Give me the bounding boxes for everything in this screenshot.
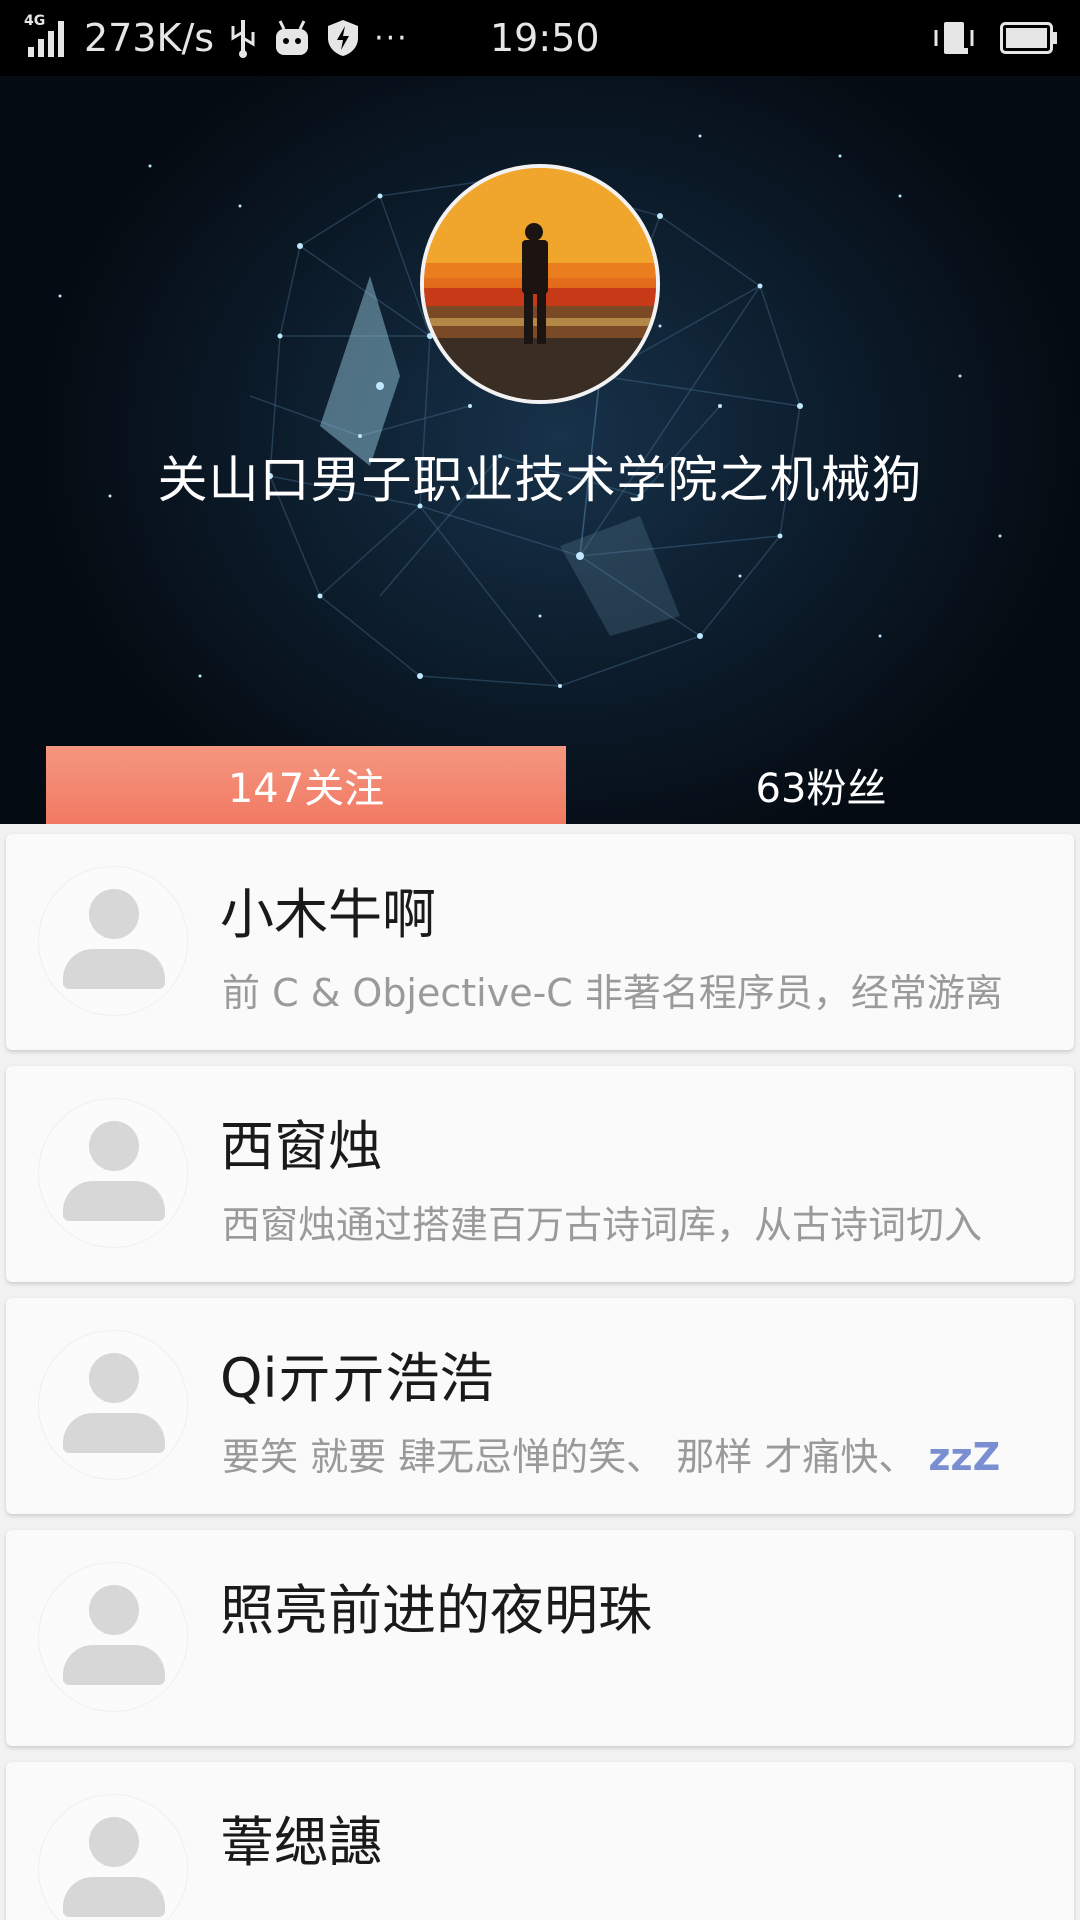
status-bar-left: 4G 273K/s ··· bbox=[24, 0, 409, 76]
default-avatar-icon bbox=[38, 866, 188, 1016]
profile-header: 关山口男子职业技术学院之机械狗 147关注 63粉丝 bbox=[0, 76, 1080, 824]
user-bio: 西窗烛通过搭建百万古诗词库，从古诗词切入 bbox=[222, 1203, 983, 1247]
sunset-silhouette-image bbox=[424, 168, 656, 400]
default-avatar-icon bbox=[38, 1098, 188, 1248]
tab-following[interactable]: 147关注 bbox=[46, 746, 566, 824]
list-item[interactable]: 葦缌譓 bbox=[6, 1762, 1074, 1920]
user-bio: 前 C & Objective-C 非著名程序员，经常游离 bbox=[222, 971, 1003, 1015]
vibrate-icon bbox=[932, 18, 976, 58]
more-notifications: ··· bbox=[374, 20, 409, 56]
user-name: 小木牛啊 bbox=[220, 883, 436, 946]
network-speed: 273K/s bbox=[84, 16, 215, 60]
status-bar-right bbox=[932, 0, 1058, 76]
usb-icon bbox=[228, 18, 258, 58]
tab-fans[interactable]: 63粉丝 bbox=[566, 746, 1076, 824]
android-icon bbox=[272, 19, 312, 57]
following-list: 小木牛啊 前 C & Objective-C 非著名程序员，经常游离 西窗烛 西… bbox=[0, 824, 1080, 1920]
list-item[interactable]: 小木牛啊 前 C & Objective-C 非著名程序员，经常游离 bbox=[6, 834, 1074, 1050]
default-avatar-icon bbox=[38, 1562, 188, 1712]
battery-icon bbox=[1000, 22, 1058, 54]
list-item[interactable]: 照亮前进的夜明珠 bbox=[6, 1530, 1074, 1746]
sleep-emoji: zzZ bbox=[928, 1435, 1001, 1479]
list-item[interactable]: 西窗烛 西窗烛通过搭建百万古诗词库，从古诗词切入 bbox=[6, 1066, 1074, 1282]
status-bar: 4G 273K/s ··· 19:50 bbox=[0, 0, 1080, 76]
profile-avatar[interactable] bbox=[420, 164, 660, 404]
user-name: 照亮前进的夜明珠 bbox=[220, 1579, 652, 1642]
shield-icon bbox=[326, 18, 360, 58]
default-avatar-icon bbox=[38, 1794, 188, 1920]
user-name: 西窗烛 bbox=[220, 1115, 382, 1178]
user-bio-container: 要笑 就要 肆无忌惮的笑、 那样 才痛快、 zzZ bbox=[222, 1426, 1068, 1481]
default-avatar-icon bbox=[38, 1330, 188, 1480]
user-name: 葦缌譓 bbox=[220, 1811, 382, 1874]
signal-icon: 4G bbox=[24, 13, 70, 61]
list-item[interactable]: Qi亓亓浩浩 要笑 就要 肆无忌惮的笑、 那样 才痛快、 zzZ bbox=[6, 1298, 1074, 1514]
user-bio: 要笑 就要 肆无忌惮的笑、 那样 才痛快、 bbox=[222, 1435, 917, 1479]
profile-username: 关山口男子职业技术学院之机械狗 bbox=[157, 451, 923, 509]
user-name: Qi亓亓浩浩 bbox=[220, 1347, 494, 1410]
status-bar-time: 19:50 bbox=[490, 16, 600, 60]
